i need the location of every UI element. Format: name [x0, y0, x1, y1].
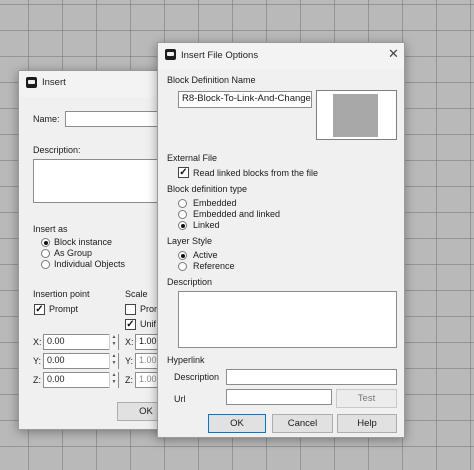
block-preview-thumbnail: [333, 94, 378, 137]
hyperlink-description-input[interactable]: [226, 369, 397, 385]
block-def-name-label: Block Definition Name: [167, 75, 256, 85]
test-button[interactable]: Test: [336, 389, 397, 408]
active-radio[interactable]: [178, 251, 187, 260]
url-input[interactable]: [226, 389, 332, 405]
read-linked-label: Read linked blocks from the file: [193, 168, 319, 178]
x-label: X:: [33, 337, 42, 347]
description-textarea[interactable]: [178, 291, 397, 348]
options-dialog-title: Insert File Options: [181, 50, 259, 61]
y-label: Y:: [33, 356, 42, 366]
z-spinner[interactable]: ▲ ▼: [109, 372, 118, 388]
url-label: Url: [174, 394, 186, 404]
uniform-scale-checkbox[interactable]: ✓: [125, 319, 136, 330]
hyperlink-description-label: Description: [174, 372, 220, 382]
z-value: 0.00: [47, 374, 65, 384]
rhino-app-icon: [165, 49, 176, 60]
cancel-button[interactable]: Cancel: [272, 414, 333, 433]
active-label: Active: [193, 250, 218, 260]
insertion-prompt-checkbox[interactable]: ✓: [34, 304, 45, 315]
insert-as-label: Insert as: [33, 224, 68, 234]
scale-label: Scale: [125, 289, 148, 299]
embedded-and-linked-radio[interactable]: [178, 210, 187, 219]
block-instance-label: Block instance: [54, 237, 113, 247]
x-spinner[interactable]: ▲ ▼: [109, 334, 118, 350]
cancel-label: Cancel: [287, 418, 318, 429]
scale-z-label: Z:: [125, 375, 133, 385]
name-label: Name:: [33, 114, 60, 124]
uniform-scale-label: Unif: [140, 319, 157, 329]
embedded-radio[interactable]: [178, 199, 187, 208]
embedded-and-linked-label: Embedded and linked: [193, 209, 281, 219]
insert-ok-label: OK: [139, 406, 153, 417]
test-label: Test: [357, 393, 376, 404]
z-input[interactable]: 0.00: [43, 372, 119, 388]
layer-style-label: Layer Style: [167, 236, 213, 246]
help-label: Help: [357, 418, 377, 429]
insert-dialog-title: Insert: [42, 77, 66, 88]
linked-radio[interactable]: [178, 221, 187, 230]
y-value: 0.00: [47, 355, 65, 365]
description-label: Description: [167, 277, 213, 287]
insert-file-options-dialog: Insert File Options ✕ Block Definition N…: [157, 42, 405, 438]
insertion-prompt-label: Prompt: [49, 304, 79, 314]
block-def-name-value: R8-Block-To-Link-And-Change: [182, 93, 311, 104]
block-def-type-label: Block definition type: [167, 184, 248, 194]
block-instance-radio[interactable]: [41, 238, 50, 247]
individual-objects-label: Individual Objects: [54, 259, 126, 269]
read-linked-checkbox[interactable]: ✓: [178, 167, 189, 178]
rhino-app-icon: [26, 77, 37, 88]
description-label: Description:: [33, 145, 81, 155]
z-label: Z:: [33, 375, 41, 385]
as-group-label: As Group: [54, 248, 93, 258]
y-spinner[interactable]: ▲ ▼: [109, 353, 118, 369]
scale-prompt-checkbox[interactable]: [125, 304, 136, 315]
individual-objects-radio[interactable]: [41, 260, 50, 269]
scale-y-label: Y:: [125, 356, 134, 366]
ok-label: OK: [230, 418, 244, 429]
scale-z-value: 1.00: [139, 374, 157, 384]
close-icon[interactable]: ✕: [388, 46, 399, 62]
embedded-label: Embedded: [193, 198, 237, 208]
insertion-point-label: Insertion point: [33, 289, 90, 299]
description-textarea[interactable]: [33, 159, 169, 203]
scale-x-value: 1.00: [139, 336, 157, 346]
ok-button[interactable]: OK: [208, 414, 266, 433]
y-input[interactable]: 0.00: [43, 353, 119, 369]
external-file-label: External File: [167, 153, 218, 163]
scale-x-label: X:: [125, 337, 134, 347]
block-def-name-input[interactable]: R8-Block-To-Link-And-Change: [178, 91, 312, 108]
as-group-radio[interactable]: [41, 249, 50, 258]
hyperlink-label: Hyperlink: [167, 355, 205, 365]
x-input[interactable]: 0.00: [43, 334, 119, 350]
reference-label: Reference: [193, 261, 235, 271]
insert-title-bar[interactable]: Insert: [19, 71, 167, 97]
x-value: 0.00: [47, 336, 65, 346]
help-button[interactable]: Help: [337, 414, 397, 433]
insert-dialog: Insert Name: Description: Insert as Bloc…: [18, 70, 175, 430]
options-title-bar[interactable]: Insert File Options ✕: [158, 43, 404, 69]
reference-radio[interactable]: [178, 262, 187, 271]
name-field[interactable]: [65, 111, 169, 127]
scale-y-value: 1.00: [139, 355, 157, 365]
linked-label: Linked: [193, 220, 220, 230]
block-preview: [316, 90, 397, 140]
